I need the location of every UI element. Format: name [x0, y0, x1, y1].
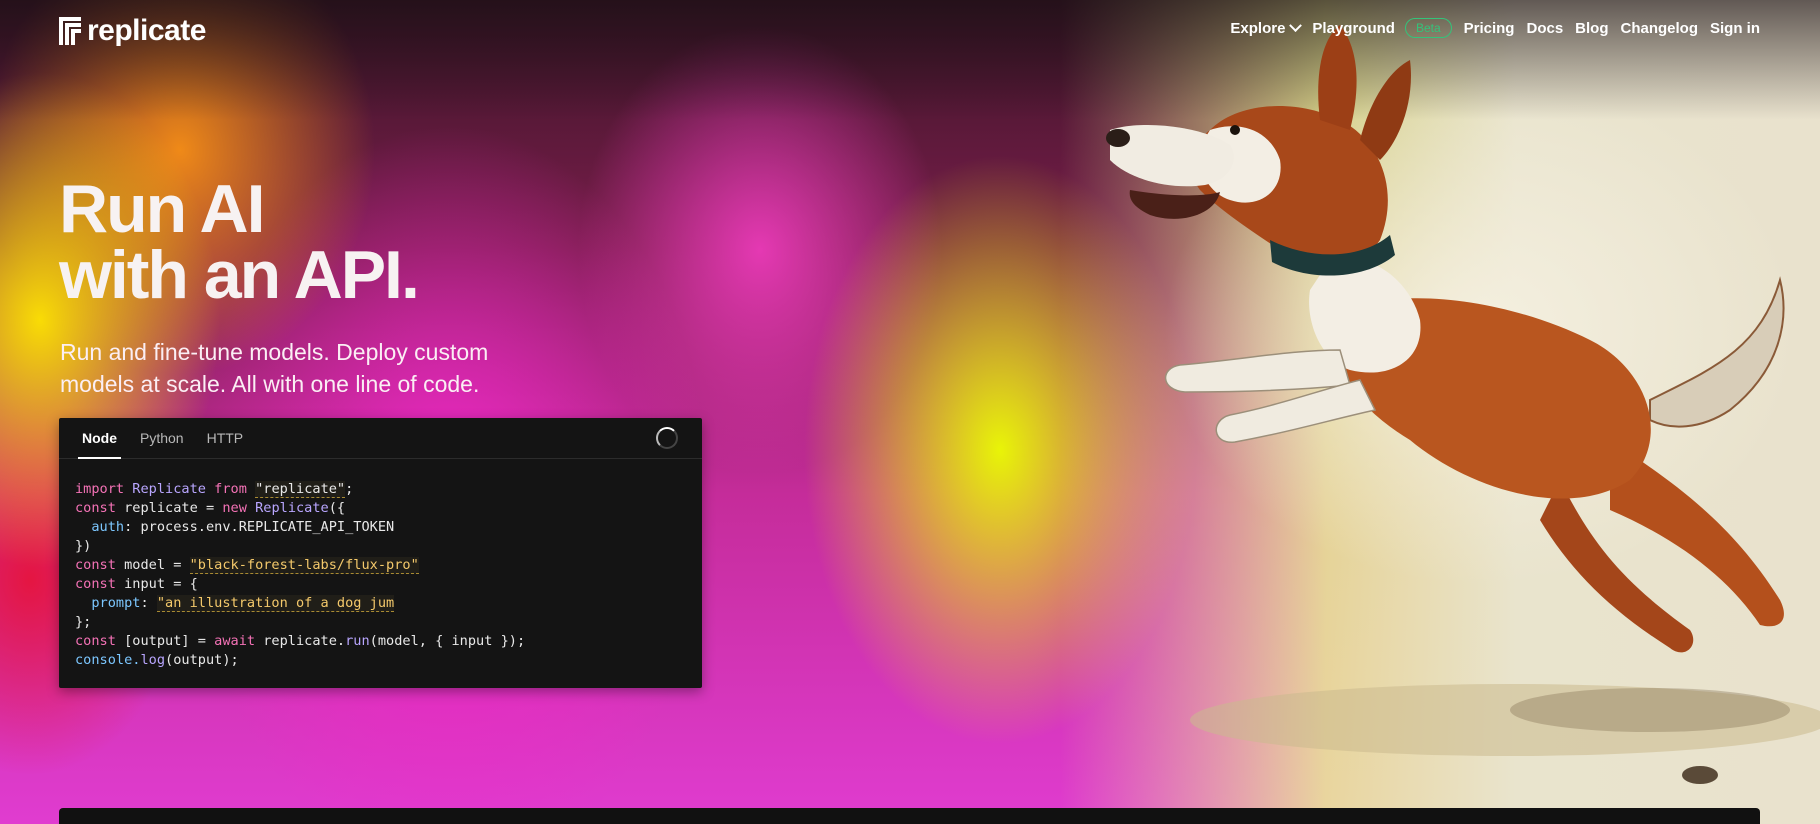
code-token: model =: [124, 557, 182, 573]
nav-blog[interactable]: Blog: [1575, 20, 1608, 37]
brand-logo[interactable]: replicate: [59, 14, 206, 48]
code-token: const: [75, 500, 116, 516]
nav-sign-in[interactable]: Sign in: [1710, 20, 1760, 37]
code-token: "black-forest-labs/flux-pro": [189, 557, 419, 574]
code-token: };: [75, 614, 92, 630]
code-token: replicate =: [124, 500, 215, 516]
replicate-logo-mark-icon: [59, 17, 81, 45]
subtitle-line-1: Run and fine-tune models. Deploy custom: [60, 339, 489, 365]
code-token: run: [345, 633, 370, 649]
hero-headline: Run AI with an API.: [59, 175, 420, 309]
code-token: (output);: [165, 652, 239, 668]
code-token: ({: [328, 500, 346, 516]
code-token: }): [75, 538, 92, 554]
code-token: input = {: [124, 576, 198, 592]
top-nav: replicate Explore Playground Beta Pricin…: [0, 0, 1820, 62]
jumping-dog-illustration: [1106, 25, 1820, 784]
brand-name: replicate: [87, 14, 206, 47]
code-language-tabs: Node Python HTTP: [59, 418, 702, 459]
nav-explore[interactable]: Explore: [1230, 18, 1303, 37]
code-token: new: [222, 500, 247, 516]
code-token: : process.env.REPLICATE_API_TOKEN: [124, 519, 395, 535]
code-token: replicate.: [263, 633, 346, 649]
code-token: const: [75, 633, 116, 649]
nav-playground[interactable]: Playground: [1312, 20, 1395, 37]
code-token: await: [214, 633, 256, 649]
nav-changelog[interactable]: Changelog: [1621, 20, 1699, 37]
spinner-icon: [656, 427, 678, 449]
headline-line-2: with an API.: [59, 237, 420, 313]
code-token: const: [75, 557, 116, 573]
tab-node[interactable]: Node: [78, 418, 121, 459]
tab-http[interactable]: HTTP: [207, 418, 244, 458]
nav-docs[interactable]: Docs: [1526, 20, 1563, 37]
nav-pricing[interactable]: Pricing: [1464, 20, 1515, 37]
hero-subtitle: Run and fine-tune models. Deploy custom …: [60, 336, 580, 400]
code-token: import: [75, 481, 125, 497]
code-token: auth: [91, 519, 125, 535]
nav-explore-label: Explore: [1230, 19, 1286, 37]
chevron-down-icon: [1289, 18, 1303, 32]
tab-python[interactable]: Python: [140, 418, 184, 458]
code-token: log: [140, 652, 166, 668]
code-token: from: [214, 481, 247, 497]
code-token: [output] =: [124, 633, 206, 649]
nav-links: Explore Playground Beta Pricing Docs Blo…: [1230, 18, 1760, 38]
code-token: ;: [345, 481, 354, 497]
headline-line-1: Run AI: [59, 171, 266, 247]
code-token: :: [140, 595, 149, 611]
code-token: const: [75, 576, 116, 592]
code-token: Replicate: [132, 481, 206, 497]
code-token: console.: [75, 652, 141, 668]
next-section-bar: [59, 808, 1760, 824]
code-token: "replicate": [255, 481, 346, 498]
code-token: Replicate: [255, 500, 329, 516]
code-example-panel: Node Python HTTP import Replicate from "…: [59, 418, 702, 688]
code-block[interactable]: import Replicate from "replicate"; const…: [59, 459, 702, 688]
beta-badge: Beta: [1404, 18, 1452, 38]
subtitle-line-2: models at scale. All with one line of co…: [60, 371, 480, 397]
code-token: "an illustration of a dog jum: [156, 595, 395, 612]
code-token: (model, { input });: [369, 633, 526, 649]
code-token: prompt: [91, 595, 141, 611]
